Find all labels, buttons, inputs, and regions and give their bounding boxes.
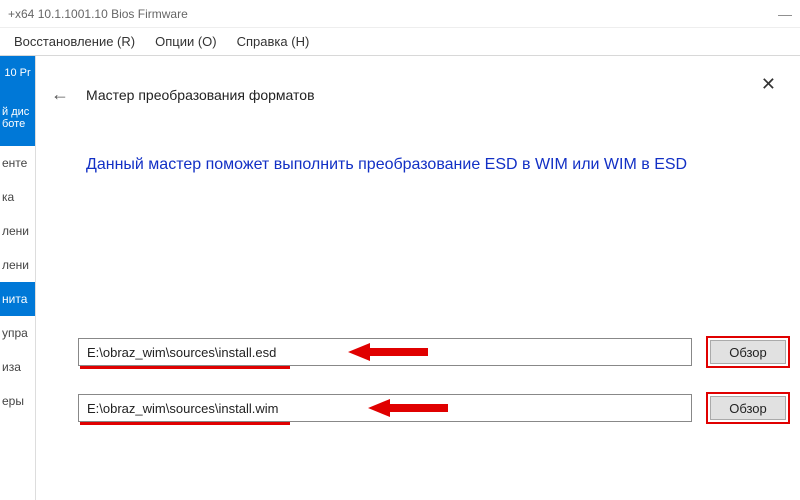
sidebar-fragment-text: й дис [2, 106, 33, 118]
target-file-row: Обзор [78, 392, 790, 424]
wizard-panel: ✕ ← Мастер преобразования форматов Данны… [36, 56, 800, 500]
window-controls: — [778, 6, 792, 22]
sidebar-item[interactable]: еры [0, 384, 35, 418]
sidebar: 10 Pr й дис боте енте ка лени лени нита … [0, 56, 36, 500]
back-icon[interactable]: ← [48, 84, 72, 105]
menu-options[interactable]: Опции (O) [145, 28, 227, 55]
sidebar-disk-fragment: й дис боте [0, 90, 35, 146]
target-file-input[interactable] [78, 394, 692, 422]
menu-restore[interactable]: Восстановление (R) [4, 28, 145, 55]
close-icon[interactable]: ✕ [761, 74, 776, 95]
annotation-underline-icon [80, 422, 290, 425]
window-title: +x64 10.1.1001.10 Bios Firmware [8, 7, 188, 21]
sidebar-item[interactable]: упра [0, 316, 35, 350]
browse-source-button[interactable]: Обзор [710, 340, 786, 364]
wizard-title: Мастер преобразования форматов [86, 87, 315, 103]
annotation-box-icon: Обзор [706, 392, 790, 424]
sidebar-item[interactable]: лени [0, 214, 35, 248]
sidebar-header-fragment: 10 Pr [0, 56, 35, 90]
annotation-underline-icon [80, 366, 290, 369]
sidebar-item[interactable]: енте [0, 146, 35, 180]
wizard-header: ← Мастер преобразования форматов [48, 84, 780, 105]
source-file-input[interactable] [78, 338, 692, 366]
sidebar-item-selected[interactable]: нита [0, 282, 35, 316]
annotation-box-icon: Обзор [706, 336, 790, 368]
sidebar-item[interactable]: лени [0, 248, 35, 282]
minimize-icon[interactable]: — [778, 6, 792, 22]
window-titlebar: +x64 10.1.1001.10 Bios Firmware — [0, 0, 800, 28]
browse-target-button[interactable]: Обзор [710, 396, 786, 420]
wizard-intro-text: Данный мастер поможет выполнить преобраз… [86, 153, 740, 177]
sidebar-fragment-text: боте [2, 118, 33, 130]
sidebar-item[interactable]: иза [0, 350, 35, 384]
menubar: Восстановление (R) Опции (O) Справка (H) [0, 28, 800, 56]
menu-help[interactable]: Справка (H) [227, 28, 320, 55]
sidebar-item[interactable]: ка [0, 180, 35, 214]
source-file-row: Обзор [78, 336, 790, 368]
